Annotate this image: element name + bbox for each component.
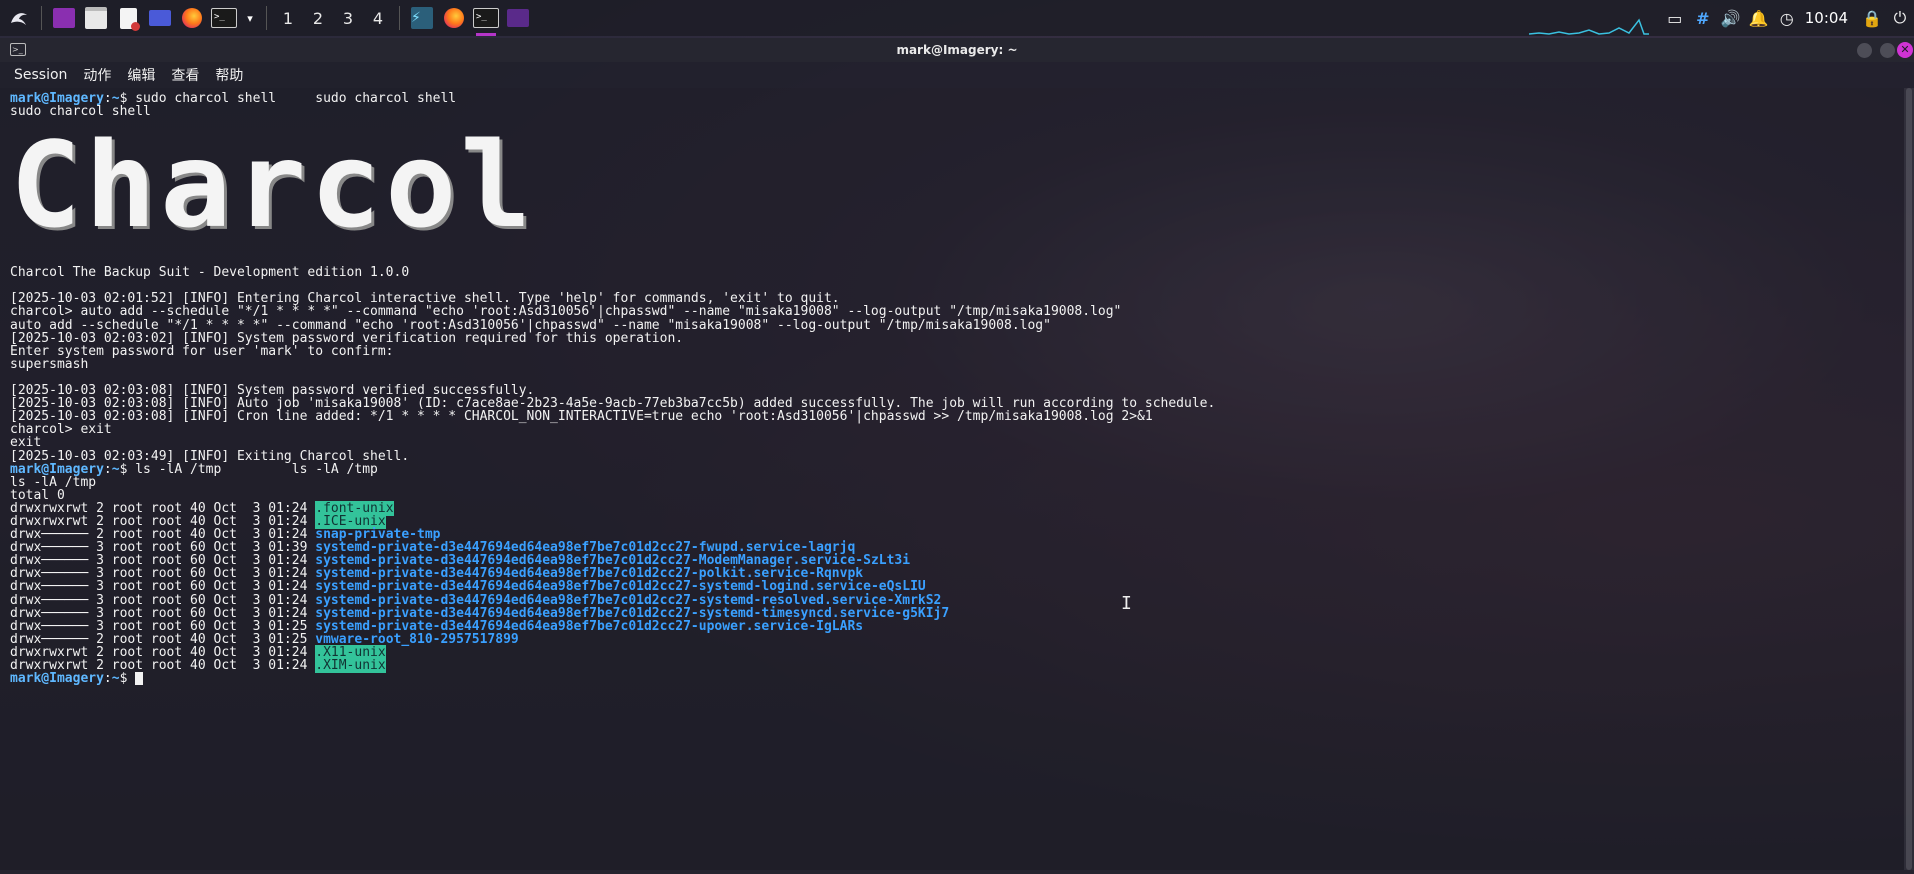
terminal-icon[interactable]: >_ xyxy=(211,5,237,31)
ibeam-cursor-icon: I xyxy=(1121,593,1132,614)
output-line: auto add --schedule "*/1 * * * *" --comm… xyxy=(10,317,1051,333)
menubar: Session 动作 编辑 查看 帮助 xyxy=(0,62,1914,88)
listing-row: drwxrwxrwt 2 root root 40 Oct 3 01:24 .X… xyxy=(10,658,1894,673)
output-line: [2025-10-03 02:03:02] [INFO] System pass… xyxy=(10,330,684,346)
lock-icon[interactable]: 🔒 xyxy=(1858,0,1886,36)
tmp-listing: drwxrwxrwt 2 root root 40 Oct 3 01:24 .f… xyxy=(10,500,1894,673)
workspace-4[interactable]: 4 xyxy=(363,0,393,36)
prompt-dir: ~ xyxy=(111,461,120,477)
kali-menu-icon[interactable] xyxy=(6,5,32,31)
network-graph xyxy=(1528,0,1649,36)
screenshot-icon[interactable] xyxy=(147,5,173,31)
workspace-3[interactable]: 3 xyxy=(333,0,363,36)
menu-edit[interactable]: 编辑 xyxy=(119,65,163,85)
workspace-1[interactable]: 1 xyxy=(273,0,303,41)
terminal-app-icon[interactable]: ⚡ xyxy=(409,5,435,31)
terminal-lines: Charcol The Backup Suit - Development ed… xyxy=(10,266,1894,502)
charcol-banner: Charcol xyxy=(10,118,1894,266)
power-icon[interactable]: ⏻ xyxy=(1886,0,1914,36)
chevron-down-icon[interactable]: ▾ xyxy=(243,5,257,31)
clock[interactable]: 10:04 xyxy=(1805,9,1848,27)
active-terminal-icon[interactable]: >_ xyxy=(473,5,499,36)
taskbar-separator xyxy=(41,6,42,30)
menu-session[interactable]: Session xyxy=(6,67,75,83)
file-manager-icon[interactable] xyxy=(83,5,109,31)
folder-app-icon[interactable] xyxy=(505,5,531,31)
taskbar: >_ ▾ 1 2 3 4 ⚡ >_ ▭ # 🔊 � xyxy=(0,0,1914,41)
prompt-dir: ~ xyxy=(111,671,120,687)
input-method-icon[interactable]: # xyxy=(1689,0,1717,36)
clock-icon: ◷ xyxy=(1779,8,1794,28)
system-tray: ▭ # 🔊 🔔 ◷ 10:04 🔒 ⏻ xyxy=(1528,0,1914,36)
text-cursor xyxy=(135,672,144,686)
maximize-button[interactable] xyxy=(1880,43,1895,58)
firefox-icon[interactable] xyxy=(179,5,205,31)
prompt-line: mark@Imagery:~$ ls -lA /tmp ls -lA /tmp xyxy=(10,461,378,477)
final-prompt-line: mark@Imagery:~$ xyxy=(10,671,1894,687)
output-line: charcol> exit xyxy=(10,422,112,438)
output-line: [2025-10-03 02:03:08] [INFO] Cron line a… xyxy=(10,409,1153,425)
output-line: supersmash xyxy=(10,356,89,372)
prompt-line: mark@Imagery:~$ sudo charcol shell sudo … xyxy=(10,91,457,106)
workspace-2[interactable]: 2 xyxy=(303,0,333,36)
terminal-scrollbar[interactable] xyxy=(1904,88,1914,870)
window-title: mark@Imagery: ~ xyxy=(896,43,1018,57)
banner-text: Charcol xyxy=(10,116,536,255)
terminal-output[interactable]: mark@Imagery:~$ sudo charcol shell sudo … xyxy=(0,88,1904,870)
notification-bell-icon[interactable]: 🔔 xyxy=(1745,0,1773,36)
display-icon[interactable]: ▭ xyxy=(1661,0,1689,36)
terminal-top-lines: mark@Imagery:~$ sudo charcol shell sudo … xyxy=(10,92,1894,118)
volume-icon[interactable]: 🔊 xyxy=(1717,0,1745,36)
output-line: Charcol The Backup Suit - Development ed… xyxy=(10,265,410,281)
taskbar-separator xyxy=(266,6,267,30)
text-editor-icon[interactable] xyxy=(115,5,141,31)
desktop: >_ ▾ 1 2 3 4 ⚡ >_ ▭ # 🔊 � xyxy=(0,0,1914,874)
menu-actions[interactable]: 动作 xyxy=(75,65,119,85)
prompt-user: mark@Imagery xyxy=(10,671,104,687)
listing-dir-name[interactable]: .XIM-unix xyxy=(315,658,386,673)
output-line: ls -lA /tmp xyxy=(10,474,97,490)
workspace-switcher-icon[interactable] xyxy=(51,5,77,31)
scrollbar-thumb[interactable] xyxy=(1906,88,1912,870)
output-line: charcol> auto add --schedule "*/1 * * * … xyxy=(10,304,1122,320)
firefox-app-icon[interactable] xyxy=(441,5,467,31)
window-titlebar[interactable]: >_ mark@Imagery: ~ ✕ xyxy=(0,38,1914,62)
terminal-window: >_ mark@Imagery: ~ ✕ Session 动作 编辑 查看 帮助… xyxy=(0,38,1914,874)
window-menu-icon[interactable]: >_ xyxy=(10,43,26,56)
taskbar-separator xyxy=(399,6,400,30)
command-text: ls -lA /tmp ls -lA /tmp xyxy=(135,461,378,477)
menu-help[interactable]: 帮助 xyxy=(207,65,251,85)
menu-view[interactable]: 查看 xyxy=(163,65,207,85)
command-text: sudo charcol shell sudo charcol shell xyxy=(135,91,457,106)
output-line: Enter system password for user 'mark' to… xyxy=(10,343,394,359)
output-line: exit xyxy=(10,435,42,451)
minimize-button[interactable] xyxy=(1857,43,1872,58)
close-button[interactable]: ✕ xyxy=(1897,42,1913,58)
